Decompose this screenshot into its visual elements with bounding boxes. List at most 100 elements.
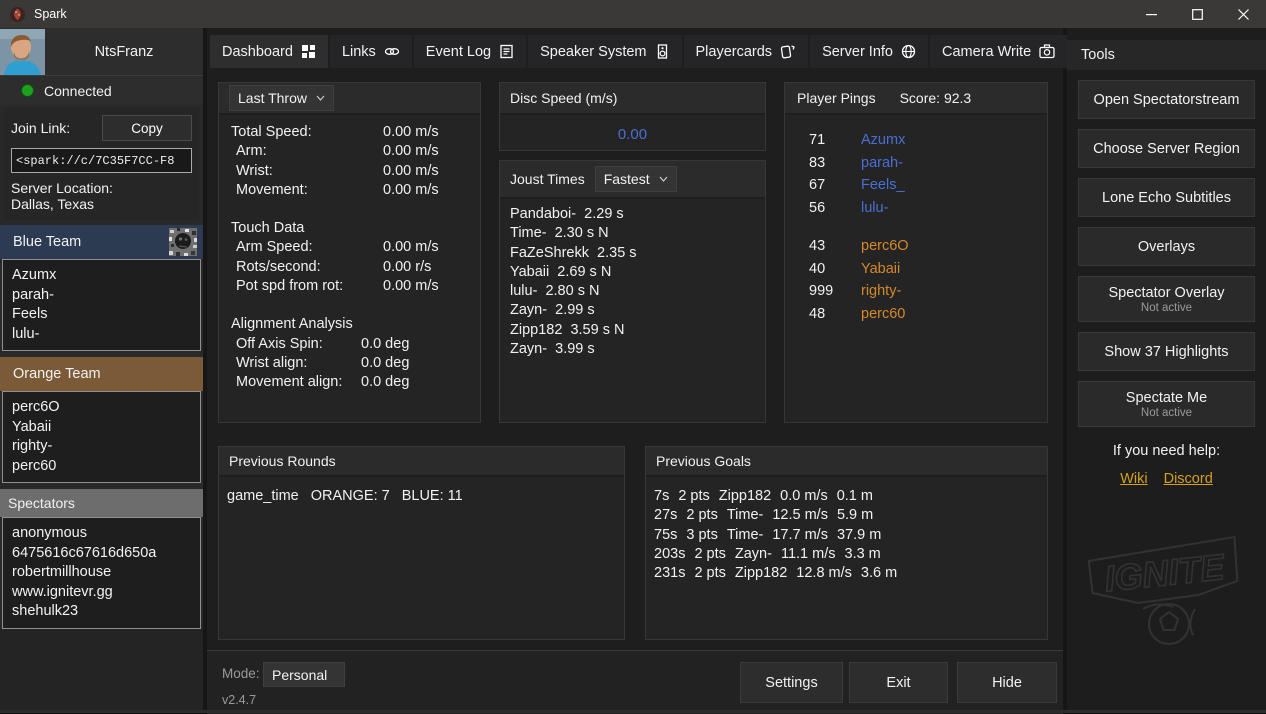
score-value: Score: 92.3 [900,90,972,106]
orange-team-title: Orange Team [13,366,101,382]
blue-team-header: Blue Team [0,225,203,259]
wiki-link[interactable]: Wiki [1120,471,1147,487]
stat-row: Arm Speed:0.00 m/s [231,238,468,257]
tab-label: Speaker System [540,44,646,60]
join-link-panel: Join Link: Copy Server Location: Dallas,… [4,108,199,220]
connected-label: Connected [44,83,112,99]
camera-icon [1039,44,1055,59]
dashboard-icon [301,44,316,59]
ignite-watermark-logo: IGNITE [1083,529,1251,659]
orange-team-list: perc6O Yabaii righty- perc60 [2,391,201,483]
chevron-down-icon [659,176,668,182]
tab-dashboard[interactable]: Dashboard [210,35,328,68]
close-icon [1238,9,1249,20]
joust-row: lulu- 2.80 s N [510,282,755,301]
ping-row: 56lulu- [809,197,1047,220]
choose-server-region-button[interactable]: Choose Server Region [1078,129,1255,168]
window-title: Spark [34,7,1128,21]
tab-speaker-system[interactable]: Speaker System [528,35,681,68]
tools-header: Tools [1067,40,1266,70]
previous-rounds-title: Previous Rounds [229,453,336,469]
goal-row: 231s2 ptsZipp18212.8 m/s3.6 m [654,564,1039,583]
stat-row: Off Axis Spin:0.0 deg [231,335,468,354]
joust-filter-value: Fastest [604,171,650,187]
player-pings-title: Player Pings [797,90,876,106]
close-button[interactable] [1220,0,1266,28]
tab-playercards[interactable]: Playercards [684,35,809,68]
help-text: If you need help: [1067,443,1266,459]
spectate-me-status: Not active [1141,407,1192,419]
chain-link-icon [384,44,400,59]
stat-row: Rots/second:0.00 r/s [231,258,468,277]
joust-row: Zipp182 3.59 s N [510,321,755,340]
settings-button[interactable]: Settings [740,662,843,703]
show-highlights-button[interactable]: Show 37 Highlights [1078,332,1255,371]
joust-filter-select[interactable]: Fastest [595,166,677,192]
tab-camera-write[interactable]: Camera Write [930,35,1067,68]
chevron-down-icon [316,95,325,101]
tab-label: Links [342,44,376,60]
spectator-name: shehulk23 [12,602,191,622]
spectator-name: 6475616c67616d650a [12,544,191,564]
joust-row: Zayn- 3.99 s [510,340,755,359]
goal-row: 7s2 ptsZipp1820.0 m/s0.1 m [654,487,1039,506]
player-name: Feels [12,305,191,325]
minimize-icon [1146,9,1157,20]
ping-row: 67Feels_ [809,174,1047,197]
player-name: Azumx [12,266,191,286]
mode-label: Mode: [222,666,260,681]
joust-row: FaZeShrekk 2.35 s [510,244,755,263]
disc-speed-value: 0.00 [500,115,765,143]
player-pings-panel: Player Pings Score: 92.3 71Azumx 83parah… [784,82,1048,423]
maximize-button[interactable] [1174,0,1220,28]
previous-goals-panel: Previous Goals 7s2 ptsZipp1820.0 m/s0.1 … [645,446,1048,640]
goal-row: 75s3 ptsTime-17.7 m/s37.9 m [654,526,1039,545]
tab-label: Camera Write [942,44,1031,60]
alignment-heading: Alignment Analysis [231,315,468,334]
server-location-label: Server Location: [11,180,192,196]
blue-team-title: Blue Team [13,234,81,250]
user-row: NtsFranz [0,28,203,76]
bottom-bar: Mode: Personal v2.4.7 Settings Exit Hide [207,650,1063,714]
spectator-overlay-button[interactable]: Spectator Overlay Not active [1078,276,1255,322]
tab-server-info[interactable]: Server Info [810,35,928,68]
spectator-name: www.ignitevr.gg [12,583,191,603]
skull-camo-icon [169,228,197,256]
last-throw-mode-select[interactable]: Last Throw [229,85,334,111]
tab-event-log[interactable]: Event Log [414,35,526,68]
tab-links[interactable]: Links [330,35,412,68]
minimize-button[interactable] [1128,0,1174,28]
spectator-overlay-status: Not active [1141,302,1192,314]
last-throw-panel: Last Throw Total Speed:0.00 m/s Arm:0.00… [218,82,481,423]
maximize-icon [1192,9,1203,20]
mode-value: Personal [272,667,327,683]
player-name: perc60 [12,457,191,477]
spectator-name: robertmillhouse [12,563,191,583]
joust-row: Pandaboi- 2.29 s [510,205,755,224]
open-spectatorstream-button[interactable]: Open Spectatorstream [1078,80,1255,119]
overlays-button[interactable]: Overlays [1078,227,1255,266]
tab-label: Event Log [426,44,491,60]
tools-sidebar: Tools Open Spectatorstream Choose Server… [1067,28,1266,713]
spectate-me-button[interactable]: Spectate Me Not active [1078,381,1255,427]
discord-link[interactable]: Discord [1164,471,1213,487]
stat-row: Pot spd from rot:0.00 m/s [231,277,468,296]
exit-button[interactable]: Exit [849,662,948,703]
tab-label: Server Info [822,44,893,60]
stat-row: Movement:0.00 m/s [231,181,468,200]
disc-speed-panel: Disc Speed (m/s) 0.00 [499,82,766,151]
stat-row: Arm:0.00 m/s [231,142,468,161]
connected-dot-icon [21,84,34,97]
lone-echo-subtitles-button[interactable]: Lone Echo Subtitles [1078,178,1255,217]
playercards-icon [780,44,796,59]
player-name: Yabaii [12,418,191,438]
previous-goals-title: Previous Goals [656,453,751,469]
copy-button[interactable]: Copy [102,115,192,141]
join-link-input[interactable] [11,148,192,173]
mode-select[interactable]: Personal [263,662,345,687]
hide-button[interactable]: Hide [957,662,1057,703]
joust-times-title: Joust Times [510,171,585,187]
connection-status: Connected [0,76,203,105]
blue-team-list: Azumx parah- Feels lulu- [2,259,201,351]
speaker-icon [655,44,670,59]
